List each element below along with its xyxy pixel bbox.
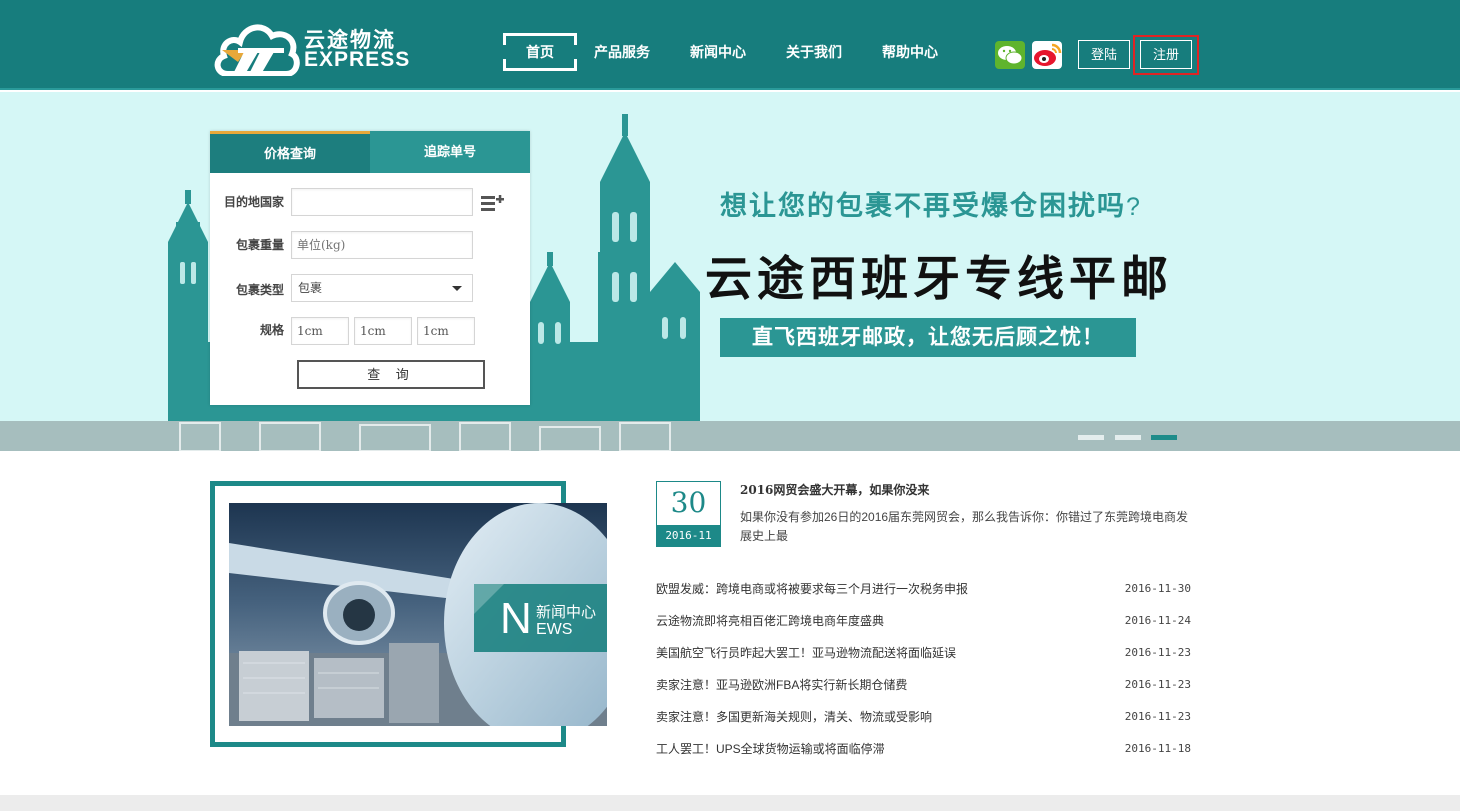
dropdown-arrow-icon (452, 286, 462, 291)
list-item[interactable]: 美国航空飞行员昨起大罢工！亚马逊物流配送将面临延误 2016-11-23 (656, 642, 1191, 674)
news-title: 美国航空飞行员昨起大罢工！亚马逊物流配送将面临延误 (656, 646, 957, 660)
news-title: 云途物流即将亮相百佬汇跨境电商年度盛典 (656, 614, 885, 628)
list-item[interactable]: 卖家注意！多国更新海关规则，清关、物流或受影响 2016-11-23 (656, 706, 1191, 738)
featured-month: 2016-11 (657, 525, 720, 546)
news-date: 2016-11-18 (1124, 742, 1191, 755)
news-center-badge[interactable]: N 新闻中心 EWS (474, 584, 607, 652)
banner-subtitle: 直飞西班牙邮政，让您无后顾之忧！ (720, 318, 1136, 357)
footer-band (0, 795, 1460, 811)
nav-item-help[interactable]: 帮助中心 (877, 33, 943, 71)
weight-label: 包裹重量 (235, 238, 284, 252)
site-header: 云途物流 EXPRESS 首页 产品服务 新闻中心 关于我们 帮助中心 登陆 注… (0, 0, 1460, 90)
nav-item-news[interactable]: 新闻中心 (685, 33, 751, 71)
list-item[interactable]: 工人罢工！UPS全球货物运输或将面临停滞 2016-11-18 (656, 738, 1191, 770)
site-logo[interactable]: 云途物流 EXPRESS (214, 16, 414, 78)
size-label: 规格 (259, 323, 284, 337)
news-badge-cn: 新闻中心 (536, 604, 597, 621)
news-list: 欧盟发威：跨境电商或将被要求每三个月进行一次税务申报 2016-11-30 云途… (656, 578, 1191, 770)
size-width-input[interactable] (354, 317, 412, 345)
destination-label: 目的地国家 (223, 195, 284, 209)
banner-title: 云途西班牙专线平邮 (705, 252, 1173, 305)
register-button[interactable]: 注册 (1140, 40, 1192, 69)
news-date: 2016-11-23 (1124, 710, 1191, 723)
slide-dot-3-active[interactable] (1151, 435, 1177, 440)
slide-dot-1[interactable] (1078, 435, 1104, 440)
logo-english-text: EXPRESS (304, 48, 411, 71)
weight-input[interactable] (291, 231, 473, 259)
list-item[interactable]: 云途物流即将亮相百佬汇跨境电商年度盛典 2016-11-24 (656, 610, 1191, 642)
list-item[interactable]: 卖家注意！亚马逊欧洲FBA将实行新长期仓储费 2016-11-23 (656, 674, 1191, 706)
destination-input[interactable] (291, 188, 473, 216)
news-title: 卖家注意！亚马逊欧洲FBA将实行新长期仓储费 (656, 678, 908, 692)
news-title: 卖家注意！多国更新海关规则，清关、物流或受影响 (656, 710, 933, 724)
news-date: 2016-11-30 (1124, 582, 1191, 595)
package-type-label: 包裹类型 (235, 283, 284, 297)
news-badge-letter: N (500, 594, 532, 643)
featured-news-desc: 如果你没有参加26日的2016届东莞网贸会，那么我告诉你：你错过了东莞跨境电商发… (740, 510, 1189, 543)
slide-dot-2[interactable] (1115, 435, 1141, 440)
featured-day: 30 (670, 486, 707, 519)
login-button[interactable]: 登陆 (1078, 40, 1130, 69)
nav-item-about[interactable]: 关于我们 (781, 33, 847, 71)
news-date: 2016-11-23 (1124, 646, 1191, 659)
add-list-icon[interactable] (481, 193, 505, 213)
package-type-value: 包裹 (298, 281, 323, 295)
news-title: 欧盟发威：跨境电商或将被要求每三个月进行一次税务申报 (656, 582, 969, 596)
news-title: 工人罢工！UPS全球货物运输或将面临停滞 (656, 742, 885, 756)
wechat-icon[interactable] (995, 41, 1025, 69)
tab-price-query[interactable]: 价格查询 (210, 131, 370, 173)
news-date: 2016-11-24 (1124, 614, 1191, 627)
weibo-icon[interactable] (1032, 41, 1062, 69)
list-item[interactable]: 欧盟发威：跨境电商或将被要求每三个月进行一次税务申报 2016-11-30 (656, 578, 1191, 610)
news-date: 2016-11-23 (1124, 678, 1191, 691)
size-height-input[interactable] (417, 317, 475, 345)
cloud-truck-logo-icon (214, 24, 300, 76)
size-length-input[interactable] (291, 317, 349, 345)
package-type-select[interactable]: 包裹 (291, 274, 473, 302)
tab-track-number[interactable]: 追踪单号 (370, 131, 530, 173)
featured-date-box: 30 2016-11 (656, 481, 721, 547)
news-badge-en: EWS (536, 621, 573, 638)
nav-item-home[interactable]: 首页 (503, 33, 577, 71)
skyline-outline-overlay (179, 422, 671, 451)
featured-news-title[interactable]: 2016网贸会盛大开幕，如果你没来 (740, 481, 929, 498)
query-submit-button[interactable]: 查 询 (297, 360, 485, 389)
banner-headline: 想让您的包裹不再受爆仓困扰吗? (720, 191, 1142, 221)
nav-item-products[interactable]: 产品服务 (589, 33, 655, 71)
